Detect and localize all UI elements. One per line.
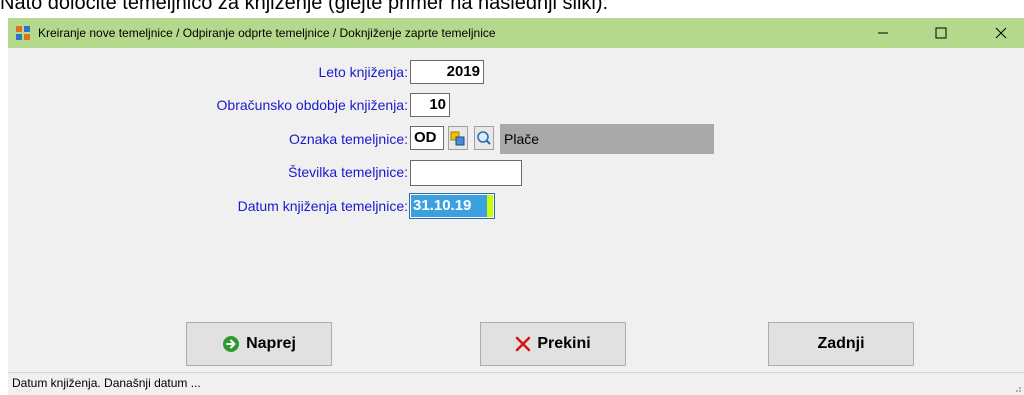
window-title: Kreiranje nove temeljnice / Odpiranje od…	[38, 26, 496, 40]
close-icon	[995, 27, 1007, 39]
last-label: Zadnji	[817, 335, 865, 352]
code-description: Plače	[500, 124, 714, 154]
arrow-right-icon	[223, 336, 240, 352]
search-button[interactable]	[474, 126, 494, 150]
status-bar: Datum knjiženja. Današnji datum ...	[8, 372, 1024, 395]
minimize-icon	[878, 32, 888, 34]
period-label: Obračunsko obdobje knjiženja:	[216, 97, 408, 113]
cancel-button[interactable]: Prekini	[480, 322, 626, 366]
app-icon	[16, 26, 30, 40]
number-field[interactable]	[410, 160, 522, 186]
maximize-icon	[935, 27, 947, 39]
date-value: 31.10.19	[413, 197, 472, 214]
cross-icon	[516, 336, 531, 352]
date-label: Datum knjiženja temeljnice:	[237, 198, 408, 214]
next-label: Naprej	[246, 335, 296, 352]
year-field[interactable]: 2019	[410, 60, 484, 84]
title-bar[interactable]: Kreiranje nove temeljnice / Odpiranje od…	[8, 18, 1024, 48]
code-label: Oznaka temeljnice:	[288, 131, 408, 147]
dialog-window: Kreiranje nove temeljnice / Odpiranje od…	[8, 18, 1024, 395]
year-label: Leto knjiženja:	[318, 64, 408, 80]
search-icon	[477, 131, 491, 145]
maximize-button[interactable]	[918, 18, 964, 48]
next-button[interactable]: Naprej	[186, 322, 332, 366]
last-button[interactable]: Zadnji	[768, 322, 914, 366]
period-field[interactable]: 10	[410, 93, 450, 117]
list-icon	[450, 131, 465, 146]
code-field[interactable]: OD	[410, 126, 444, 150]
minimize-button[interactable]	[860, 18, 906, 48]
lookup-button[interactable]	[448, 126, 468, 150]
status-text: Datum knjiženja. Današnji datum ...	[12, 376, 201, 390]
resize-grip-icon[interactable]	[1012, 383, 1022, 393]
close-button[interactable]	[978, 18, 1024, 48]
document-text: Nato določite temeljnico za knjiženje (g…	[0, 0, 609, 14]
cancel-label: Prekini	[537, 335, 591, 352]
date-field[interactable]: 31.10.19	[409, 193, 495, 219]
number-label: Številka temeljnice:	[288, 164, 408, 180]
